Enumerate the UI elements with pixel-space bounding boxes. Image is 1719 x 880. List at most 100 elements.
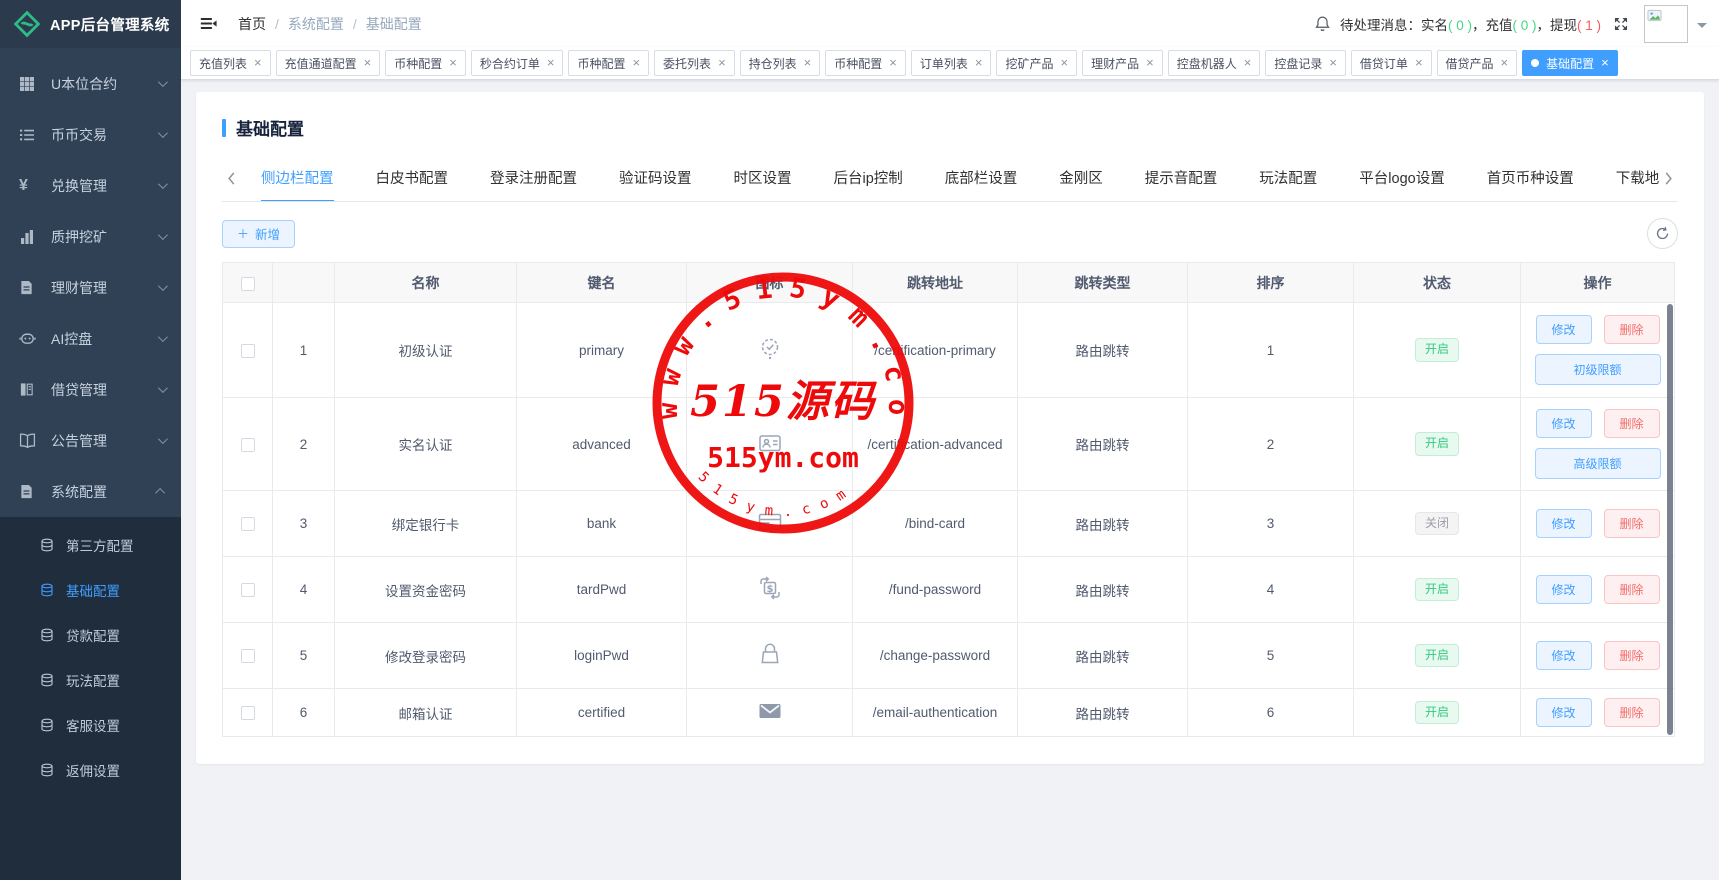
tab-4[interactable]: 币种配置× bbox=[568, 50, 649, 76]
row-checkbox[interactable] bbox=[241, 706, 255, 720]
subtab-12[interactable]: 下载地址配置 bbox=[1616, 156, 1660, 201]
sidebar-subitem-0[interactable]: 第三方配置 bbox=[0, 522, 181, 567]
row-checkbox[interactable] bbox=[241, 649, 255, 663]
close-icon[interactable]: × bbox=[804, 58, 812, 68]
tab-9[interactable]: 挖矿产品× bbox=[996, 50, 1077, 76]
close-icon[interactable]: × bbox=[718, 58, 726, 68]
delete-button[interactable]: 删除 bbox=[1604, 509, 1660, 538]
tab-6[interactable]: 持仓列表× bbox=[740, 50, 821, 76]
delete-button[interactable]: 删除 bbox=[1604, 641, 1660, 670]
subtab-0[interactable]: 侧边栏配置 bbox=[261, 156, 334, 201]
subtab-1[interactable]: 白皮书配置 bbox=[376, 156, 449, 201]
close-icon[interactable]: × bbox=[1146, 58, 1154, 68]
table-scrollbar[interactable] bbox=[1667, 304, 1673, 735]
tab-15[interactable]: 基础配置× bbox=[1522, 50, 1618, 76]
limit-button[interactable]: 高级限额 bbox=[1535, 448, 1661, 479]
sidebar-item-0[interactable]: U本位合约 bbox=[0, 58, 181, 109]
cell-name: 修改登录密码 bbox=[335, 623, 517, 689]
tab-8[interactable]: 订单列表× bbox=[911, 50, 992, 76]
close-icon[interactable]: × bbox=[889, 58, 897, 68]
sidebar-subitem-3[interactable]: 玩法配置 bbox=[0, 657, 181, 702]
delete-button[interactable]: 删除 bbox=[1604, 575, 1660, 604]
close-icon[interactable]: × bbox=[1601, 58, 1609, 68]
row-checkbox[interactable] bbox=[241, 344, 255, 358]
close-icon[interactable]: × bbox=[1061, 58, 1069, 68]
sidebar-subitem-4[interactable]: 客服设置 bbox=[0, 702, 181, 747]
cell-jump-type: 路由跳转 bbox=[1018, 689, 1188, 737]
edit-button[interactable]: 修改 bbox=[1536, 698, 1592, 727]
tab-5[interactable]: 委托列表× bbox=[654, 50, 735, 76]
tab-10[interactable]: 理财产品× bbox=[1082, 50, 1163, 76]
limit-button[interactable]: 初级限额 bbox=[1535, 354, 1661, 385]
sidebar-item-6[interactable]: 借贷管理 bbox=[0, 364, 181, 415]
avatar[interactable] bbox=[1644, 5, 1688, 43]
message-1[interactable]: 充值( 0 ) bbox=[1485, 18, 1536, 33]
close-icon[interactable]: × bbox=[975, 58, 983, 68]
tab-12[interactable]: 控盘记录× bbox=[1265, 50, 1346, 76]
edit-button[interactable]: 修改 bbox=[1536, 509, 1592, 538]
sidebar-item-7[interactable]: 公告管理 bbox=[0, 415, 181, 466]
chevron-down-icon[interactable] bbox=[1697, 23, 1707, 33]
subtab-9[interactable]: 玩法配置 bbox=[1259, 156, 1317, 201]
close-icon[interactable]: × bbox=[1415, 58, 1423, 68]
close-icon[interactable]: × bbox=[1329, 58, 1337, 68]
breadcrumb-item[interactable]: 系统配置 bbox=[288, 14, 344, 34]
message-2[interactable]: 提现( 1 ) bbox=[1550, 18, 1601, 33]
close-icon[interactable]: × bbox=[449, 58, 457, 68]
tab-2[interactable]: 币种配置× bbox=[385, 50, 466, 76]
subtab-3[interactable]: 验证码设置 bbox=[619, 156, 692, 201]
sidebar-item-8[interactable]: 系统配置 bbox=[0, 466, 181, 517]
row-checkbox[interactable] bbox=[241, 583, 255, 597]
breadcrumb-item[interactable]: 基础配置 bbox=[366, 14, 422, 34]
hamburger-icon[interactable] bbox=[196, 11, 221, 36]
edit-button[interactable]: 修改 bbox=[1536, 409, 1592, 438]
subtab-11[interactable]: 首页币种设置 bbox=[1487, 156, 1574, 201]
close-icon[interactable]: × bbox=[254, 58, 262, 68]
tab-7[interactable]: 币种配置× bbox=[825, 50, 906, 76]
close-icon[interactable]: × bbox=[632, 58, 640, 68]
tab-14[interactable]: 借贷产品× bbox=[1437, 50, 1518, 76]
subtab-6[interactable]: 底部栏设置 bbox=[945, 156, 1018, 201]
fullscreen-icon[interactable] bbox=[1613, 16, 1629, 32]
edit-button[interactable]: 修改 bbox=[1536, 575, 1592, 604]
sidebar-item-3[interactable]: 质押挖矿 bbox=[0, 211, 181, 262]
tab-13[interactable]: 借贷订单× bbox=[1351, 50, 1432, 76]
breadcrumb-item[interactable]: 首页 bbox=[238, 14, 266, 34]
close-icon[interactable]: × bbox=[547, 58, 555, 68]
message-0[interactable]: 实名( 0 ) bbox=[1421, 18, 1472, 33]
edit-button[interactable]: 修改 bbox=[1536, 315, 1592, 344]
bell-icon[interactable] bbox=[1314, 15, 1331, 32]
select-all-checkbox[interactable] bbox=[241, 277, 255, 291]
tab-11[interactable]: 控盘机器人× bbox=[1168, 50, 1261, 76]
delete-button[interactable]: 删除 bbox=[1604, 409, 1660, 438]
close-icon[interactable]: × bbox=[1501, 58, 1509, 68]
subtab-5[interactable]: 后台ip控制 bbox=[834, 156, 903, 201]
close-icon[interactable]: × bbox=[1244, 58, 1252, 68]
subtab-7[interactable]: 金刚区 bbox=[1059, 156, 1103, 201]
tab-0[interactable]: 充值列表× bbox=[190, 50, 271, 76]
sidebar-subitem-2[interactable]: 贷款配置 bbox=[0, 612, 181, 657]
refresh-button[interactable] bbox=[1647, 218, 1678, 249]
delete-button[interactable]: 删除 bbox=[1604, 315, 1660, 344]
sidebar-item-5[interactable]: AI控盘 bbox=[0, 313, 181, 364]
subtabs-prev-icon[interactable] bbox=[222, 171, 240, 186]
row-checkbox[interactable] bbox=[241, 438, 255, 452]
subtab-2[interactable]: 登录注册配置 bbox=[490, 156, 577, 201]
subtab-8[interactable]: 提示音配置 bbox=[1145, 156, 1218, 201]
subtab-4[interactable]: 时区设置 bbox=[734, 156, 792, 201]
sidebar-item-1[interactable]: 币币交易 bbox=[0, 109, 181, 160]
tab-1[interactable]: 充值通道配置× bbox=[276, 50, 381, 76]
row-checkbox[interactable] bbox=[241, 517, 255, 531]
tab-3[interactable]: 秒合约订单× bbox=[471, 50, 564, 76]
sidebar-item-4[interactable]: 理财管理 bbox=[0, 262, 181, 313]
sidebar-subitem-1[interactable]: 基础配置 bbox=[0, 567, 181, 612]
edit-button[interactable]: 修改 bbox=[1536, 641, 1592, 670]
subtabs-next-icon[interactable] bbox=[1660, 171, 1678, 186]
sidebar-item-2[interactable]: ¥兑换管理 bbox=[0, 160, 181, 211]
close-icon[interactable]: × bbox=[364, 58, 372, 68]
delete-button[interactable]: 删除 bbox=[1604, 698, 1660, 727]
add-button[interactable]: ＋ 新增 bbox=[222, 220, 295, 248]
subtab-10[interactable]: 平台logo设置 bbox=[1359, 156, 1444, 201]
sidebar-subitem-5[interactable]: 返佣设置 bbox=[0, 747, 181, 792]
app-logo[interactable]: APP后台管理系统 bbox=[0, 0, 181, 48]
